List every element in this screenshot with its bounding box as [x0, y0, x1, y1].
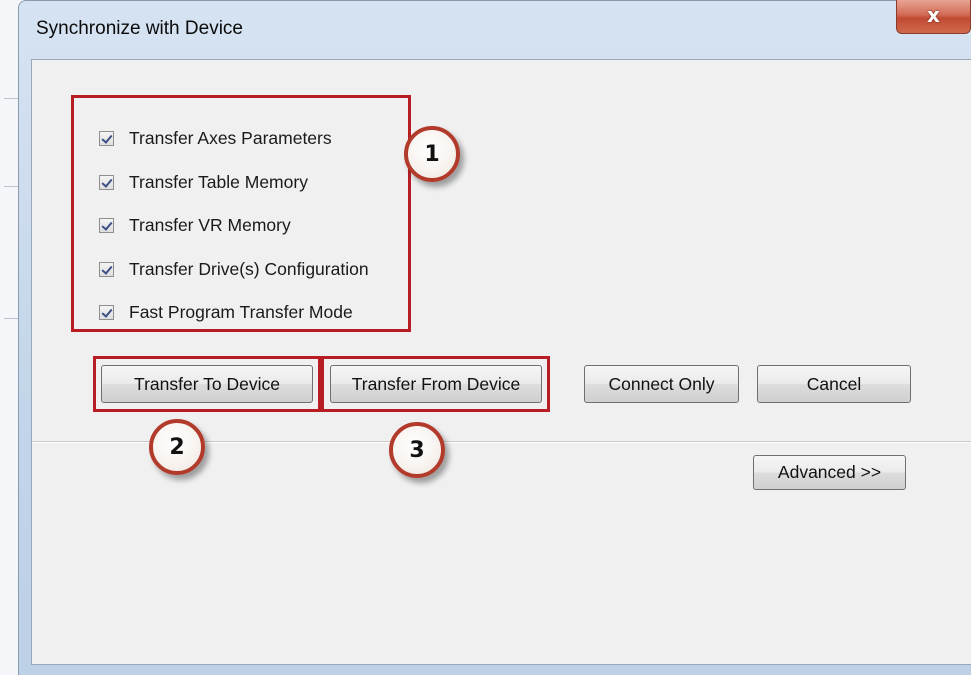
background-divider: [4, 186, 18, 187]
option-label: Transfer Table Memory: [129, 171, 308, 192]
checkbox-checked-icon[interactable]: [99, 130, 114, 146]
checkbox-checked-icon[interactable]: [99, 174, 114, 190]
checkbox-checked-icon[interactable]: [99, 217, 114, 233]
connect-only-button[interactable]: Connect Only: [584, 365, 739, 403]
option-transfer-drive-configuration[interactable]: Transfer Drive(s) Configuration: [99, 257, 369, 281]
option-label: Transfer VR Memory: [129, 214, 291, 235]
advanced-button[interactable]: Advanced >>: [753, 455, 906, 490]
close-button[interactable]: x: [896, 0, 971, 34]
transfer-to-device-button[interactable]: Transfer To Device: [101, 365, 313, 403]
callout-number-2: 2: [149, 419, 205, 475]
option-transfer-table-memory[interactable]: Transfer Table Memory: [99, 170, 308, 194]
close-icon: x: [927, 3, 940, 27]
synchronize-dialog: Synchronize with Device x Transfer Axes …: [18, 0, 971, 675]
checkbox-checked-icon[interactable]: [99, 304, 114, 320]
checkbox-checked-icon[interactable]: [99, 261, 114, 277]
option-transfer-vr-memory[interactable]: Transfer VR Memory: [99, 213, 291, 237]
option-label: Transfer Drive(s) Configuration: [129, 258, 369, 279]
callout-number-3: 3: [389, 422, 445, 478]
background-divider: [4, 98, 18, 99]
cancel-button[interactable]: Cancel: [757, 365, 911, 403]
option-fast-program-transfer-mode[interactable]: Fast Program Transfer Mode: [99, 300, 353, 324]
option-transfer-axes-parameters[interactable]: Transfer Axes Parameters: [99, 126, 332, 150]
option-label: Fast Program Transfer Mode: [129, 301, 353, 322]
background-divider: [4, 318, 18, 319]
callout-number-1: 1: [404, 126, 460, 182]
transfer-from-device-button[interactable]: Transfer From Device: [330, 365, 542, 403]
dialog-title: Synchronize with Device: [36, 18, 243, 39]
option-label: Transfer Axes Parameters: [129, 127, 332, 148]
dialog-client-area: Transfer Axes Parameters Transfer Table …: [31, 59, 971, 665]
